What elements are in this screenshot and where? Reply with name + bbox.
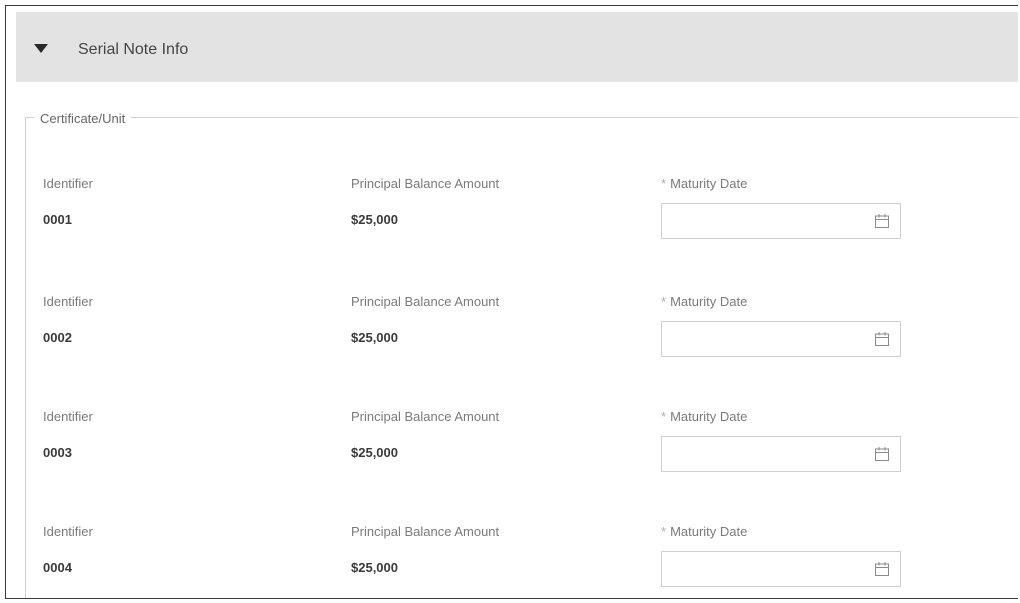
caret-down-icon[interactable] [34,44,48,53]
required-marker: * [661,524,667,539]
required-marker: * [661,409,667,424]
principal-value: $25,000 [351,560,398,575]
serial-note-panel: Serial Note Info Certificate/Unit Identi… [5,5,1018,599]
calendar-icon[interactable] [874,446,890,462]
principal-value: $25,000 [351,330,398,345]
calendar-icon[interactable] [874,213,890,229]
maturity-date-field[interactable] [661,203,901,239]
identifier-value: 0003 [43,445,72,460]
principal-label: Principal Balance Amount [351,176,500,191]
identifier-value: 0002 [43,330,72,345]
required-marker: * [661,294,667,309]
maturity-date-input[interactable] [668,322,862,356]
identifier-value: 0004 [43,560,72,575]
maturity-label: * Maturity Date [661,176,748,191]
principal-label: Principal Balance Amount [351,524,500,539]
maturity-date-field[interactable] [661,321,901,357]
certificate-row: Identifier 0002 Principal Balance Amount… [6,284,1018,394]
identifier-label: Identifier [43,409,93,424]
certificate-row: Identifier 0001 Principal Balance Amount… [6,166,1018,276]
certificate-row: Identifier 0004 Principal Balance Amount… [6,514,1018,598]
identifier-value: 0001 [43,212,72,227]
maturity-label: * Maturity Date [661,294,748,309]
maturity-label: * Maturity Date [661,524,748,539]
principal-label: Principal Balance Amount [351,409,500,424]
group-legend: Certificate/Unit [34,111,132,126]
identifier-label: Identifier [43,294,93,309]
maturity-label: * Maturity Date [661,409,748,424]
principal-label: Principal Balance Amount [351,294,500,309]
identifier-label: Identifier [43,524,93,539]
maturity-date-input[interactable] [668,204,862,238]
principal-value: $25,000 [351,445,398,460]
maturity-date-input[interactable] [668,552,862,586]
maturity-date-input[interactable] [668,437,862,471]
section-header[interactable]: Serial Note Info [16,12,1018,82]
certificate-row: Identifier 0003 Principal Balance Amount… [6,399,1018,509]
maturity-date-field[interactable] [661,436,901,472]
principal-value: $25,000 [351,212,398,227]
required-marker: * [661,176,667,191]
maturity-date-field[interactable] [661,551,901,587]
section-title: Serial Note Info [78,41,189,58]
calendar-icon[interactable] [874,561,890,577]
calendar-icon[interactable] [874,331,890,347]
identifier-label: Identifier [43,176,93,191]
